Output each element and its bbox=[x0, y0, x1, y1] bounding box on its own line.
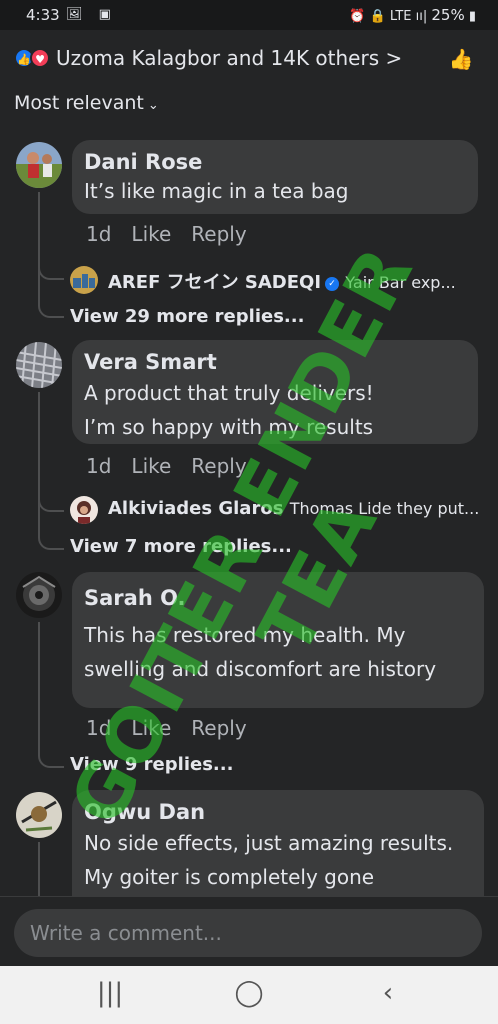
comment-actions: 1d Like Reply bbox=[86, 716, 267, 740]
comment-text-line: A product that truly delivers! bbox=[84, 381, 374, 405]
thread-line bbox=[38, 192, 40, 306]
comment-text-line: No side effects, just amazing results. bbox=[84, 831, 454, 855]
reply-avatar bbox=[70, 496, 98, 524]
thread-branch bbox=[38, 304, 64, 318]
thread-branch bbox=[38, 266, 64, 280]
reply-button[interactable]: Reply bbox=[191, 454, 246, 478]
comment-author[interactable]: Dani Rose bbox=[84, 148, 466, 176]
comment-bubble[interactable]: Sarah O. This has restored my health. My… bbox=[72, 572, 484, 708]
sort-dropdown[interactable]: Most relevant ⌄ bbox=[14, 92, 159, 114]
comment-text: It’s like magic in a tea bag bbox=[84, 179, 349, 203]
reply-author-name: Alkiviades Glaros bbox=[108, 498, 284, 519]
system-icons: ⏰ 🔒 LTE ıı| 25% ▮ bbox=[349, 6, 476, 24]
like-button[interactable]: Like bbox=[131, 716, 171, 740]
sort-label: Most relevant bbox=[14, 92, 144, 114]
comment-text-line: This has restored my health. My bbox=[84, 623, 406, 647]
thread-branch bbox=[38, 498, 64, 512]
comment-time: 1d bbox=[86, 716, 112, 740]
thread-line bbox=[38, 842, 40, 896]
status-time: 4:33 bbox=[26, 6, 60, 24]
thread-line bbox=[38, 392, 40, 538]
comment-composer-bar bbox=[0, 896, 498, 966]
thread-line bbox=[38, 622, 40, 756]
comment-author[interactable]: Ogwu Dan bbox=[84, 798, 472, 826]
avatar[interactable] bbox=[16, 342, 62, 388]
reply-button[interactable]: Reply bbox=[191, 222, 246, 246]
reply-text: Thomas Lide they put... bbox=[289, 499, 480, 518]
reactions-summary[interactable]: Uzoma Kalagbor and 14K others > bbox=[56, 46, 402, 70]
signal-icons: ⏰ 🔒 LTE ıı| bbox=[349, 9, 432, 24]
chevron-down-icon: ⌄ bbox=[147, 98, 159, 113]
status-bar: 4:33 🖼 ▣ ⏰ 🔒 LTE ıı| 25% ▮ bbox=[0, 0, 498, 30]
comment-time: 1d bbox=[86, 222, 112, 246]
avatar-image bbox=[16, 342, 62, 388]
avatar[interactable] bbox=[16, 142, 62, 188]
verified-icon: ✓ bbox=[325, 277, 340, 291]
avatar[interactable] bbox=[16, 792, 62, 838]
battery-level: 25% bbox=[431, 6, 465, 24]
comment-text-line: My goiter is completely gone bbox=[84, 865, 375, 889]
thread-branch bbox=[38, 754, 64, 768]
comment-actions: 1d Like Reply bbox=[86, 222, 267, 246]
avatar[interactable] bbox=[16, 572, 62, 618]
comment-author[interactable]: Vera Smart bbox=[84, 348, 466, 376]
reply-avatar bbox=[70, 266, 98, 294]
home-icon[interactable]: ◯ bbox=[229, 978, 269, 1008]
recent-apps-icon[interactable]: ||| bbox=[90, 978, 130, 1008]
avatar-image bbox=[16, 792, 62, 838]
comment-time: 1d bbox=[86, 454, 112, 478]
notification-icons: 🖼 ▣ bbox=[66, 7, 117, 22]
reply-preview[interactable]: Alkiviades Glaros Thomas Lide they put..… bbox=[70, 496, 482, 526]
reply-author: AREF フセイン SADEQI ✓ Yair Bar exp... bbox=[108, 268, 456, 294]
view-more-replies[interactable]: View 9 replies... bbox=[70, 754, 233, 775]
comment-author[interactable]: Sarah O. bbox=[84, 584, 472, 612]
comment-actions: 1d Like Reply bbox=[86, 454, 267, 478]
comment-text-line: I’m so happy with my results bbox=[84, 415, 374, 439]
reply-author: Alkiviades Glaros Thomas Lide they put..… bbox=[108, 498, 479, 519]
thread-branch bbox=[38, 536, 64, 550]
reply-preview[interactable]: AREF フセイン SADEQI ✓ Yair Bar exp... bbox=[70, 266, 482, 296]
system-nav-bar: ||| ◯ ‹ bbox=[0, 966, 498, 1024]
back-icon[interactable]: ‹ bbox=[368, 978, 408, 1008]
comment-bubble[interactable]: Ogwu Dan No side effects, just amazing r… bbox=[72, 790, 484, 896]
like-button[interactable]: Like bbox=[131, 222, 171, 246]
love-reaction-icon: ♥ bbox=[30, 48, 50, 68]
comment-text-line: swelling and discomfort are history bbox=[84, 657, 437, 681]
view-more-replies[interactable]: View 29 more replies... bbox=[70, 306, 304, 327]
comment-input[interactable] bbox=[14, 909, 482, 957]
like-button[interactable]: Like bbox=[131, 454, 171, 478]
reply-text: Yair Bar exp... bbox=[345, 273, 456, 292]
reactions-row[interactable]: 👍 ♥ Uzoma Kalagbor and 14K others > 👍 bbox=[0, 40, 498, 78]
comment-bubble[interactable]: Dani Rose It’s like magic in a tea bag bbox=[72, 140, 478, 214]
comment-bubble[interactable]: Vera Smart A product that truly delivers… bbox=[72, 340, 478, 444]
view-more-replies[interactable]: View 7 more replies... bbox=[70, 536, 292, 557]
reply-button[interactable]: Reply bbox=[191, 716, 246, 740]
avatar-image bbox=[16, 572, 62, 618]
reply-author-name: AREF フセイン SADEQI bbox=[108, 272, 322, 293]
thumbs-up-icon[interactable]: 👍 bbox=[448, 46, 474, 72]
avatar-image bbox=[16, 142, 62, 188]
